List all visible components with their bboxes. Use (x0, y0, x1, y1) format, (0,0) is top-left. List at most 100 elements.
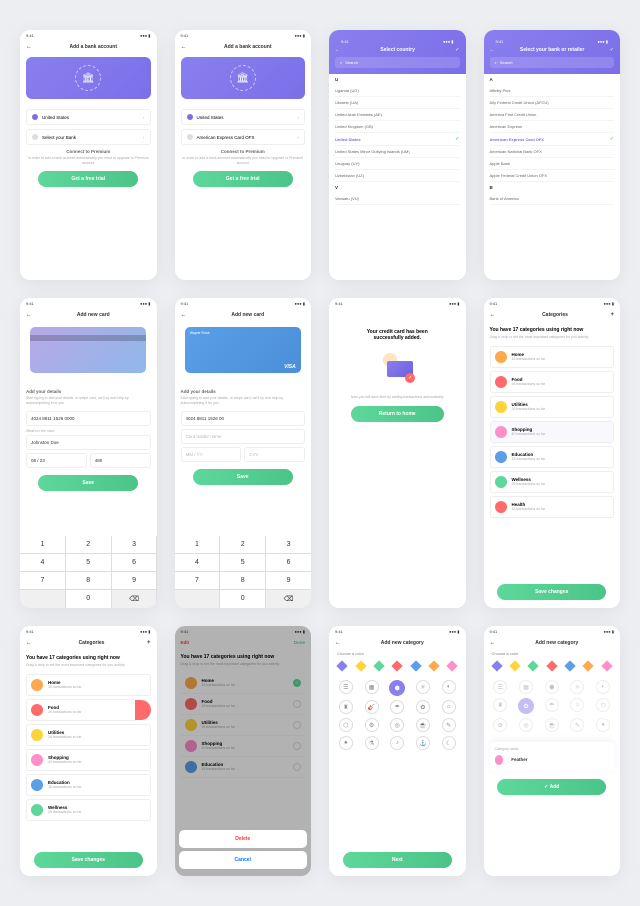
category-item[interactable]: Utilities26 transactions so far (490, 396, 615, 418)
check-icon[interactable]: ✓ (455, 47, 459, 53)
key-1[interactable]: 1 (20, 536, 65, 553)
trial-button[interactable]: Get a free trial (38, 171, 138, 187)
icon-option[interactable]: ⚛ (416, 680, 430, 694)
back-icon[interactable]: ← (335, 640, 341, 646)
key-3[interactable]: 3 (112, 536, 157, 553)
list-item[interactable]: Uruguay (UY) (335, 158, 460, 170)
icon-option[interactable]: ☰ (339, 680, 353, 694)
list-item[interactable]: Uzbekistan (UZ) (335, 170, 460, 182)
category-item[interactable]: Home18 transactions so far (26, 674, 151, 696)
list-item[interactable]: United States✓ (335, 133, 460, 146)
color-red[interactable] (392, 660, 403, 671)
swipe-delete[interactable] (135, 700, 151, 720)
category-item[interactable]: Education18 transactions so far (26, 774, 151, 796)
category-item[interactable]: Education18 transactions so far (490, 446, 615, 468)
list-item[interactable]: United Kingdom (GB) (335, 121, 460, 133)
key-4[interactable]: 4 (20, 554, 65, 571)
list-item[interactable]: Affinity Plus (490, 85, 615, 97)
cancel-button[interactable]: Cancel (179, 851, 308, 869)
key-5[interactable]: 5 (66, 554, 111, 571)
list-item[interactable]: Ukraine (UA) (335, 97, 460, 109)
category-item[interactable]: Utilities26 transactions so far (26, 724, 151, 746)
icon-option[interactable]: ⚓ (416, 736, 430, 750)
color-yellow[interactable] (355, 660, 366, 671)
category-item[interactable]: Wellness26 transactions so far (26, 799, 151, 821)
icon-option[interactable]: ◎ (390, 718, 404, 732)
color-pink[interactable] (447, 660, 458, 671)
key-2[interactable]: 2 (66, 536, 111, 553)
back-icon[interactable]: ← (26, 44, 32, 50)
key-delete[interactable]: ⌫ (112, 590, 157, 608)
back-icon[interactable]: ← (490, 640, 496, 646)
save-button[interactable]: Save (193, 469, 293, 485)
add-icon[interactable]: + (147, 640, 151, 646)
back-icon[interactable]: ← (181, 44, 187, 50)
list-item[interactable]: Ally Federal Credit Union (AFCU) (490, 97, 615, 109)
icon-option[interactable]: ◐ (442, 680, 456, 694)
icon-option[interactable]: ⬢ (389, 680, 405, 696)
category-item[interactable]: Home18 transactions so far (490, 346, 615, 368)
card-name-input[interactable] (26, 435, 151, 450)
category-item[interactable]: Health18 transactions so far (490, 496, 615, 518)
delete-button[interactable]: Delete (179, 830, 308, 848)
category-item[interactable]: Wellness26 transactions so far (490, 471, 615, 493)
country-select[interactable]: United States› (26, 109, 151, 125)
list-item[interactable]: American Express (490, 121, 615, 133)
list-item[interactable]: Apple Bank (490, 158, 615, 170)
color-orange[interactable] (428, 660, 439, 671)
icon-option[interactable]: ✎ (442, 718, 456, 732)
list-item[interactable]: American Express Card OFX✓ (490, 133, 615, 146)
icon-option[interactable]: ☕ (416, 718, 430, 732)
cvv-input[interactable] (244, 447, 305, 462)
icon-option[interactable]: ⬡ (339, 718, 353, 732)
list-item[interactable]: Bank of America (490, 193, 615, 205)
next-button[interactable]: Next (343, 852, 452, 868)
icon-option[interactable]: ☂ (390, 700, 404, 714)
key-8[interactable]: 8 (66, 572, 111, 589)
icon-option[interactable]: ▦ (365, 680, 379, 694)
list-item[interactable]: American National Bank OFX (490, 146, 615, 158)
back-icon[interactable]: ← (26, 640, 32, 646)
back-icon[interactable]: ← (181, 312, 187, 318)
list-item[interactable]: America First Credit Union (490, 109, 615, 121)
back-icon[interactable]: ← (490, 312, 496, 318)
save-button[interactable]: Save changes (497, 584, 606, 600)
add-icon[interactable]: + (610, 312, 614, 318)
icon-option[interactable]: ♜ (339, 700, 353, 714)
check-icon[interactable]: ✓ (610, 47, 614, 53)
list-item[interactable]: Vanuatu (VU) (335, 193, 460, 205)
category-item[interactable]: Food26 transactions so far (490, 371, 615, 393)
save-button[interactable]: Save changes (34, 852, 143, 868)
expiry-input[interactable] (26, 453, 87, 468)
return-button[interactable]: Return to home (351, 406, 444, 422)
country-select[interactable]: United States› (181, 109, 306, 125)
key-0[interactable]: 0 (66, 590, 111, 608)
list-item[interactable]: Uganda (UG) (335, 85, 460, 97)
card-name-input[interactable] (181, 429, 306, 444)
card-number-input[interactable] (26, 411, 151, 426)
icon-option[interactable]: ⌂ (442, 700, 456, 714)
bank-select[interactable]: Select your Bank› (26, 129, 151, 145)
add-button[interactable]: ✓ Add (497, 779, 606, 795)
color-blue[interactable] (410, 660, 421, 671)
color-purple[interactable] (337, 660, 348, 671)
icon-option[interactable]: ⚗ (365, 736, 379, 750)
icon-option[interactable]: ♪ (390, 736, 404, 750)
category-item[interactable]: Food26 transactions so far (26, 699, 137, 721)
key-9[interactable]: 9 (112, 572, 157, 589)
back-icon[interactable]: ← (26, 312, 32, 318)
bank-select[interactable]: American Express Card OFX› (181, 129, 306, 145)
category-item[interactable]: Shopping40 transactions so far (490, 421, 615, 443)
category-name-input[interactable] (507, 753, 609, 766)
cvv-input[interactable] (90, 453, 151, 468)
icon-option[interactable]: ✿ (416, 700, 430, 714)
icon-option[interactable]: ⚙ (365, 718, 379, 732)
list-item[interactable]: United Arab Emirates (AE) (335, 109, 460, 121)
search-input[interactable]: ⌕Search (335, 57, 460, 68)
expiry-input[interactable] (181, 447, 242, 462)
list-item[interactable]: Apple Federal Credit Union OFX (490, 170, 615, 182)
search-input[interactable]: ⌕Search (490, 57, 615, 68)
icon-option[interactable]: ☾ (442, 736, 456, 750)
icon-option[interactable]: ♠ (339, 736, 353, 750)
list-item[interactable]: United States Minor Outlying Islands (UM… (335, 146, 460, 158)
